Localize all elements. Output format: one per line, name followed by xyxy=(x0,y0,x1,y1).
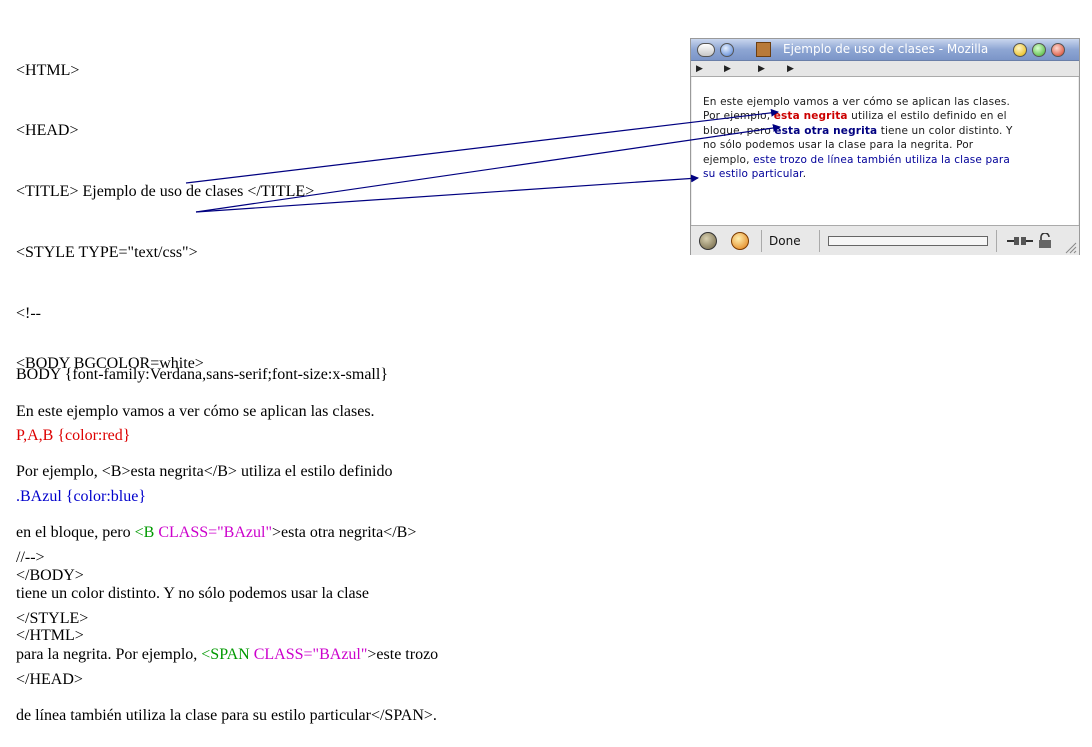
arrow-bazul-to-bold xyxy=(195,124,781,213)
html-tag-span: <SPAN xyxy=(201,646,254,664)
code-text: >este trozo xyxy=(367,646,439,664)
annotation-arrows xyxy=(185,108,781,213)
code-line: de línea también utiliza la clase para s… xyxy=(16,707,437,725)
arrow-red-rule-to-bold xyxy=(185,108,779,184)
arrow-bazul-to-span xyxy=(195,174,699,213)
class-attribute: CLASS="BAzul" xyxy=(253,646,368,664)
code-line: </HTML> xyxy=(16,627,84,645)
